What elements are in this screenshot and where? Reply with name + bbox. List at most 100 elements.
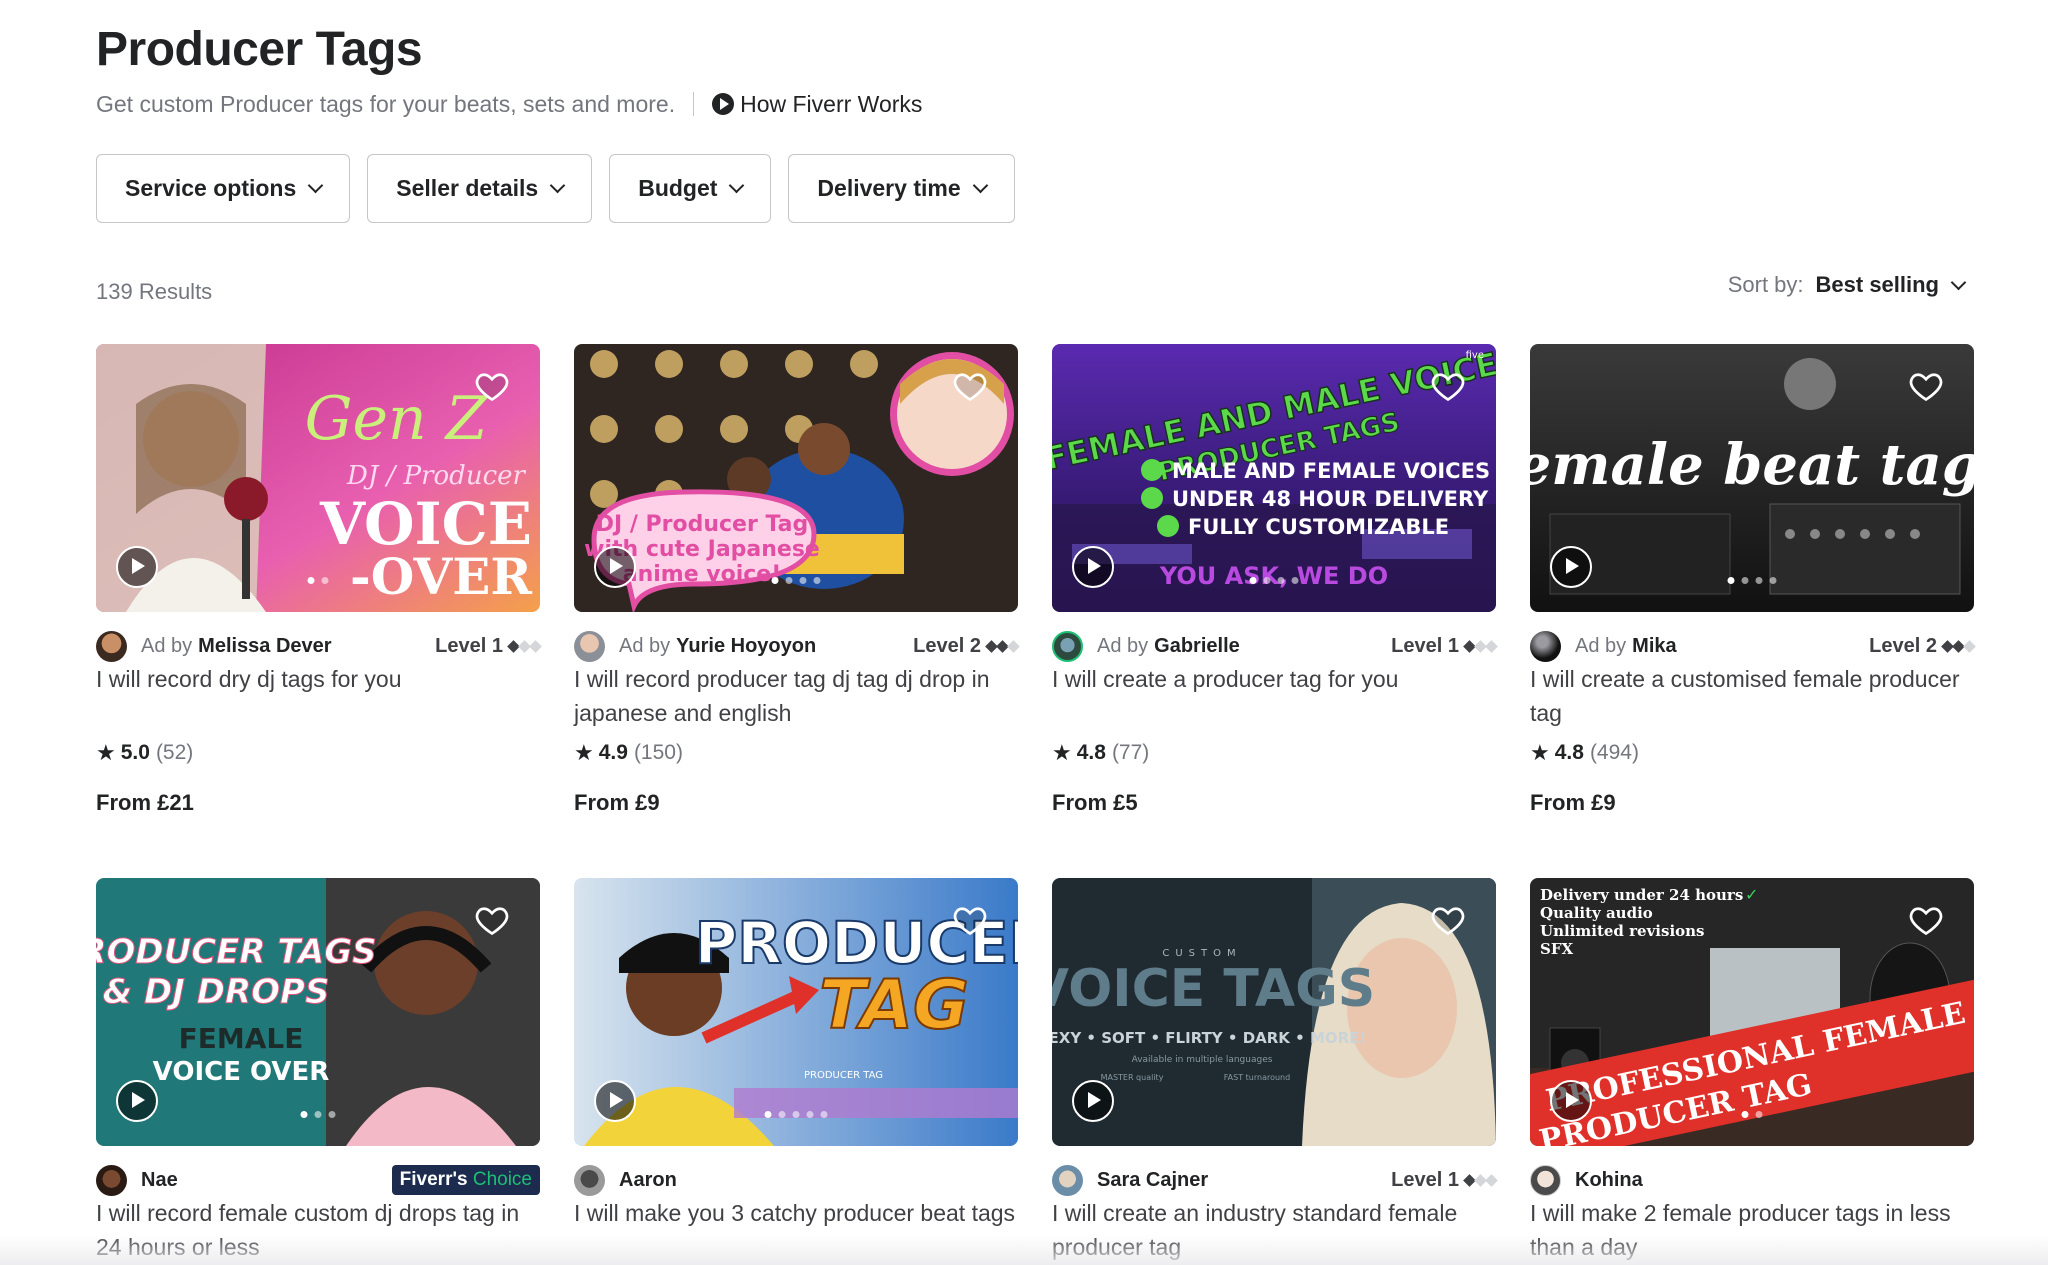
gig-title[interactable]: I will create a customised female produc… <box>1530 662 1974 730</box>
filter-service-options[interactable]: Service options <box>96 154 351 223</box>
thumb-text: CUSTOM <box>1162 948 1241 959</box>
seller-level: Level 2 <box>1869 634 1976 658</box>
thumb-text: DJ / Producer Tag <box>596 512 809 537</box>
seller-name[interactable]: Melissa Dever <box>198 635 331 658</box>
gig-thumbnail[interactable]: female beat tags <box>1530 344 1974 612</box>
seller-row: Sara Cajner Level 1 <box>1052 1164 1498 1196</box>
thumb-text: DJ / Producer <box>346 461 526 491</box>
carousel-dots <box>1727 577 1777 584</box>
seller-name[interactable]: Sara Cajner <box>1097 1169 1208 1192</box>
play-button[interactable] <box>1072 1080 1114 1122</box>
heart-icon[interactable] <box>1430 368 1466 404</box>
gig-thumbnail[interactable]: Delivery under 24 hours Quality audio Un… <box>1530 878 1974 1146</box>
gig-thumbnail[interactable]: PRODUCER TAG PRODUCER TAG <box>574 878 1018 1146</box>
ad-label: Ad by <box>141 634 193 657</box>
filter-seller-details[interactable]: Seller details <box>367 154 593 223</box>
avatar[interactable] <box>1530 1164 1561 1196</box>
thumb-text: MASTER quality <box>1101 1073 1164 1082</box>
chevron-down-icon <box>729 177 745 194</box>
level-label: Level 1 <box>1391 634 1459 657</box>
carousel-dots <box>1741 1111 1763 1118</box>
filter-delivery-time[interactable]: Delivery time <box>788 154 1015 223</box>
seller-name[interactable]: Mika <box>1632 635 1676 658</box>
rating-score: 4.8 <box>1076 741 1106 764</box>
gig-rating: ★ 4.9 (150) <box>574 740 683 766</box>
avatar[interactable] <box>574 630 605 662</box>
seller-row: Nae Fiverr's Choice <box>96 1164 540 1196</box>
review-count: (52) <box>155 741 194 764</box>
play-button[interactable] <box>1550 546 1592 588</box>
seller-name[interactable]: Aaron <box>619 1169 677 1192</box>
play-button[interactable] <box>594 1080 636 1122</box>
rating-score: 4.8 <box>1554 741 1584 764</box>
seller-name[interactable]: Yurie Hoyoyon <box>676 635 816 658</box>
divider <box>693 92 695 116</box>
ad-label: Ad by <box>1097 634 1149 657</box>
avatar[interactable] <box>1530 630 1561 662</box>
heart-icon[interactable] <box>474 902 510 938</box>
gig-thumbnail[interactable]: PRODUCER TAGS & DJ DROPS FEMALE VOICE OV… <box>96 878 540 1146</box>
gig-thumbnail[interactable]: CUSTOM VOICE TAGS SEXY • SOFT • FLIRTY •… <box>1052 878 1496 1146</box>
fiverrs-choice-badge: Fiverr's Choice <box>391 1165 540 1195</box>
thumb-text: MALE AND FEMALE VOICES <box>1172 459 1490 483</box>
how-fiverr-works-link[interactable]: How Fiverr Works <box>712 91 922 118</box>
sort-value: Best selling <box>1815 272 1939 297</box>
star-icon: ★ <box>1052 740 1072 765</box>
gig-thumbnail[interactable]: FEMALE AND MALE VOICE PRODUCER TAGS MALE… <box>1052 344 1496 612</box>
thumb-text: FAST turnaround <box>1224 1073 1290 1082</box>
thumb-text: PRODUCER TAG <box>804 1070 883 1081</box>
avatar[interactable] <box>1052 1164 1083 1196</box>
seller-name[interactable]: Kohina <box>1575 1169 1643 1192</box>
thumb-text: anime voice! <box>623 562 782 587</box>
seller-name[interactable]: Gabrielle <box>1154 635 1240 658</box>
gig-rating: ★ 4.8 (77) <box>1052 740 1149 766</box>
gig-title[interactable]: I will create a producer tag for you <box>1052 662 1496 696</box>
gig-rating: ★ 4.8 (494) <box>1530 740 1639 766</box>
gig-title[interactable]: I will record dry dj tags for you <box>96 662 540 696</box>
scroll-fade <box>0 1235 2048 1265</box>
review-count: (77) <box>1111 741 1150 764</box>
filter-label: Delivery time <box>817 175 961 201</box>
seller-row: Ad by Melissa Dever Level 1 <box>96 630 542 662</box>
ad-label: Ad by <box>619 634 671 657</box>
avatar[interactable] <box>1052 630 1083 662</box>
star-icon: ★ <box>574 740 594 765</box>
carousel-dots <box>300 1111 336 1118</box>
play-button[interactable] <box>116 1080 158 1122</box>
seller-row: Ad by Yurie Hoyoyon Level 2 <box>574 630 1020 662</box>
sort-dropdown[interactable]: Sort by: Best selling <box>1728 272 1967 298</box>
gig-title[interactable]: I will make you 3 catchy producer beat t… <box>574 1196 1018 1230</box>
chevron-down-icon <box>972 177 988 194</box>
play-button[interactable] <box>594 546 636 588</box>
carousel-dots <box>771 577 821 584</box>
gig-thumbnail[interactable]: DJ / Producer Tag with cute Japanese ani… <box>574 344 1018 612</box>
heart-icon[interactable] <box>1908 902 1944 938</box>
play-button[interactable] <box>116 546 158 588</box>
heart-icon[interactable] <box>474 368 510 404</box>
seller-row: Ad by Gabrielle Level 1 <box>1052 630 1498 662</box>
thumb-text: FULLY CUSTOMIZABLE <box>1188 515 1449 539</box>
how-fiverr-works-label: How Fiverr Works <box>740 90 923 117</box>
filter-budget[interactable]: Budget <box>609 154 772 223</box>
avatar[interactable] <box>96 1164 127 1196</box>
level-label: Level 2 <box>1869 634 1937 657</box>
heart-icon[interactable] <box>952 368 988 404</box>
seller-row: Aaron <box>574 1164 1018 1196</box>
gig-thumbnail[interactable]: Gen Z DJ / Producer VOICE -OVER <box>96 344 540 612</box>
avatar[interactable] <box>96 630 127 662</box>
seller-level: Level 1 <box>1391 634 1498 658</box>
heart-icon[interactable] <box>952 902 988 938</box>
heart-icon[interactable] <box>1430 902 1466 938</box>
seller-level: Level 1 <box>435 635 542 658</box>
thumb-text: UNDER 48 HOUR DELIVERY <box>1172 487 1489 511</box>
subtitle-row: Get custom Producer tags for your beats,… <box>96 88 922 120</box>
avatar[interactable] <box>574 1164 605 1196</box>
seller-name[interactable]: Nae <box>141 1169 178 1192</box>
gig-title[interactable]: I will record producer tag dj tag dj dro… <box>574 662 1018 730</box>
carousel-dots <box>764 1111 828 1118</box>
heart-icon[interactable] <box>1908 368 1944 404</box>
thumb-text: YOU ASK, WE DO <box>1159 562 1388 590</box>
play-button[interactable] <box>1072 546 1114 588</box>
chevron-down-icon <box>308 177 324 194</box>
play-button[interactable] <box>1550 1080 1592 1122</box>
